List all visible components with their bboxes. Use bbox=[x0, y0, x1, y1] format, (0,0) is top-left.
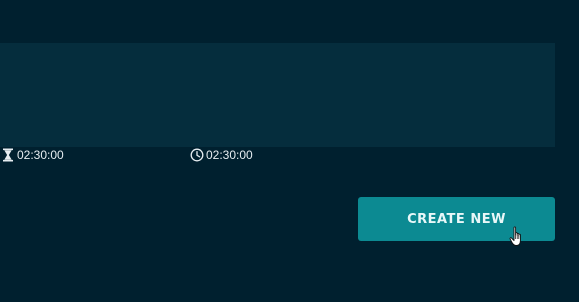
page: 02:30:00 02:30:00 CREATE NEW bbox=[0, 0, 579, 302]
clock-icon bbox=[190, 148, 204, 162]
time-value: 02:30:00 bbox=[206, 148, 253, 162]
duration-stat: 02:30:00 bbox=[1, 147, 64, 163]
time-stat: 02:30:00 bbox=[190, 147, 253, 163]
hand-cursor-icon bbox=[509, 226, 527, 248]
duration-value: 02:30:00 bbox=[17, 148, 64, 162]
hourglass-icon bbox=[1, 148, 15, 162]
session-card[interactable]: 02:30:00 02:30:00 bbox=[0, 43, 555, 162]
